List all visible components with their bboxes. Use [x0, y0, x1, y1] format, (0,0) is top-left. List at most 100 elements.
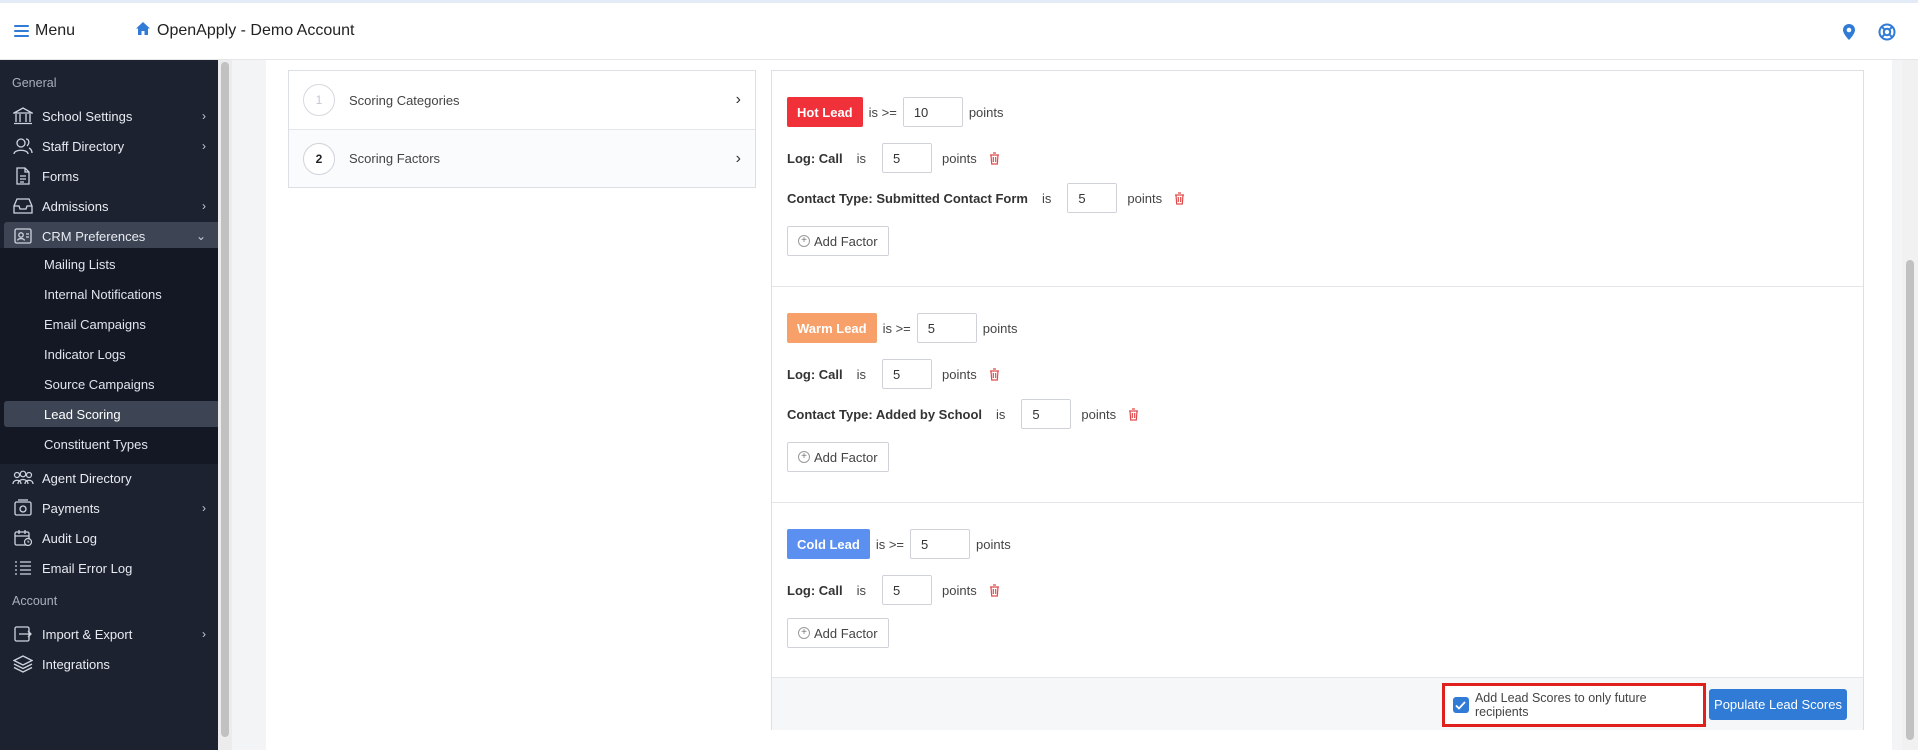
category-row: Warm Lead is >= points: [787, 313, 1017, 343]
step-scoring-categories[interactable]: 1 Scoring Categories ›: [289, 71, 755, 129]
sidebar-item-staff-directory[interactable]: Staff Directory ›: [0, 132, 232, 160]
chevron-right-icon: ›: [202, 501, 206, 515]
is-label: is: [996, 406, 1006, 422]
trash-icon[interactable]: [1174, 191, 1185, 205]
hot-lead-badge: Hot Lead: [787, 97, 863, 127]
factor-value-input[interactable]: [882, 575, 932, 605]
points-label: points: [1081, 406, 1117, 422]
category-row: Hot Lead is >= points: [787, 97, 1004, 127]
trash-icon[interactable]: [989, 583, 1000, 597]
inbox-icon: [12, 196, 34, 216]
is-label: is: [856, 150, 866, 166]
factor-label: Log: Call: [787, 582, 843, 598]
sidebar-item-label: School Settings: [42, 108, 133, 124]
factor-value-input[interactable]: [882, 359, 932, 389]
future-recipients-option[interactable]: Add Lead Scores to only future recipient…: [1442, 683, 1706, 727]
trash-icon[interactable]: [989, 151, 1000, 165]
points-label: points: [968, 104, 1004, 120]
points-label: points: [942, 582, 977, 598]
sidebar-item-email-error-log[interactable]: Email Error Log: [0, 554, 232, 582]
comparator-label: is >=: [882, 320, 911, 336]
menu-button[interactable]: Menu: [14, 22, 75, 40]
trash-icon[interactable]: [1128, 407, 1139, 421]
add-factor-button[interactable]: + Add Factor: [787, 442, 889, 472]
contact-card-icon: [12, 226, 34, 246]
page-scrollbar[interactable]: [1902, 60, 1918, 750]
add-factor-button[interactable]: + Add Factor: [787, 226, 889, 256]
plus-circle-icon: +: [798, 235, 810, 247]
sidebar-item-payments[interactable]: Payments ›: [0, 494, 232, 522]
sidebar-item-import-export[interactable]: Import & Export ›: [0, 620, 232, 648]
payment-icon: [12, 498, 34, 518]
sidebar-subitem-indicator-logs[interactable]: Indicator Logs: [44, 347, 126, 362]
points-label: points: [982, 320, 1018, 336]
factor-value-input[interactable]: [882, 143, 932, 173]
sidebar-item-agent-directory[interactable]: Agent Directory: [0, 464, 232, 492]
trash-icon[interactable]: [989, 367, 1000, 381]
layers-icon: [12, 654, 34, 674]
import-export-icon: [12, 624, 34, 644]
chevron-right-icon: ›: [202, 109, 206, 123]
brand-link[interactable]: OpenApply - Demo Account: [135, 21, 354, 41]
cold-lead-badge: Cold Lead: [787, 529, 870, 559]
sidebar-item-label: Agent Directory: [42, 470, 132, 486]
add-factor-row: + Add Factor: [787, 618, 889, 648]
step-label: Scoring Factors: [349, 151, 441, 166]
calendar-icon: [12, 528, 34, 548]
comparator-label: is >=: [875, 536, 905, 552]
sidebar-subitem-constituent-types[interactable]: Constituent Types: [44, 437, 148, 452]
sidebar-subitem-source-campaigns[interactable]: Source Campaigns: [44, 377, 155, 392]
lead-group-cold: Cold Lead is >= points Log: Call is poin…: [772, 503, 1863, 678]
warm-lead-badge: Warm Lead: [787, 313, 877, 343]
sidebar-scrollbar[interactable]: [218, 60, 232, 750]
sidebar-item-crm-preferences[interactable]: CRM Preferences ⌄: [4, 222, 228, 250]
factor-row: Log: Call is points: [787, 359, 1000, 389]
sidebar-item-admissions[interactable]: Admissions ›: [0, 192, 232, 220]
chevron-right-icon: ›: [202, 199, 206, 213]
future-recipients-checkbox[interactable]: [1453, 697, 1469, 713]
factor-label: Contact Type: Added by School: [787, 406, 983, 422]
sidebar-item-forms[interactable]: Forms: [0, 162, 232, 190]
threshold-input[interactable]: [916, 313, 977, 343]
menu-label: Menu: [35, 22, 76, 39]
factor-value-input[interactable]: [1067, 183, 1118, 213]
sidebar-item-integrations[interactable]: Integrations: [0, 650, 232, 678]
factor-row: Contact Type: Added by School is points: [787, 399, 1139, 429]
lead-group-hot: Hot Lead is >= points Log: Call is point…: [772, 71, 1863, 287]
threshold-input[interactable]: [902, 97, 963, 127]
sidebar-item-label: Payments: [42, 500, 100, 516]
category-row: Cold Lead is >= points: [787, 529, 1011, 559]
home-icon: [135, 21, 151, 41]
step-label: Scoring Categories: [349, 92, 460, 108]
factor-row: Log: Call is points: [787, 575, 1000, 605]
sidebar-subitem-internal-notifications[interactable]: Internal Notifications: [44, 287, 162, 302]
factor-label: Log: Call: [787, 150, 843, 166]
chevron-right-icon: ›: [202, 139, 206, 153]
sidebar-subitem-mailing-lists[interactable]: Mailing Lists: [44, 257, 116, 272]
lifebuoy-icon[interactable]: [1878, 23, 1896, 44]
step-scoring-factors[interactable]: 2 Scoring Factors ›: [289, 129, 755, 187]
factor-row: Contact Type: Submitted Contact Form is …: [787, 183, 1185, 213]
sidebar-subitem-email-campaigns[interactable]: Email Campaigns: [44, 317, 146, 332]
building-icon: [12, 106, 34, 126]
list-icon: [12, 558, 34, 578]
add-factor-button[interactable]: + Add Factor: [787, 618, 889, 648]
is-label: is: [856, 582, 866, 598]
plus-circle-icon: +: [798, 451, 810, 463]
factor-row: Log: Call is points: [787, 143, 1000, 173]
location-pin-icon[interactable]: [1842, 23, 1856, 44]
factor-value-input[interactable]: [1021, 399, 1072, 429]
points-label: points: [942, 150, 977, 166]
sidebar-item-label: Integrations: [42, 656, 110, 672]
sidebar-subitem-lead-scoring[interactable]: Lead Scoring: [4, 401, 228, 427]
factor-label: Log: Call: [787, 366, 843, 382]
sidebar-item-school-settings[interactable]: School Settings ›: [0, 102, 232, 130]
users-icon: [12, 136, 34, 156]
sidebar-scrollbar-thumb[interactable]: [221, 62, 229, 737]
page-scrollbar-thumb[interactable]: [1906, 260, 1914, 740]
points-label: points: [1127, 190, 1163, 206]
threshold-input[interactable]: [910, 529, 971, 559]
section-label-general: General: [12, 76, 57, 90]
sidebar-item-audit-log[interactable]: Audit Log: [0, 524, 232, 552]
populate-lead-scores-button[interactable]: Populate Lead Scores: [1709, 689, 1847, 720]
